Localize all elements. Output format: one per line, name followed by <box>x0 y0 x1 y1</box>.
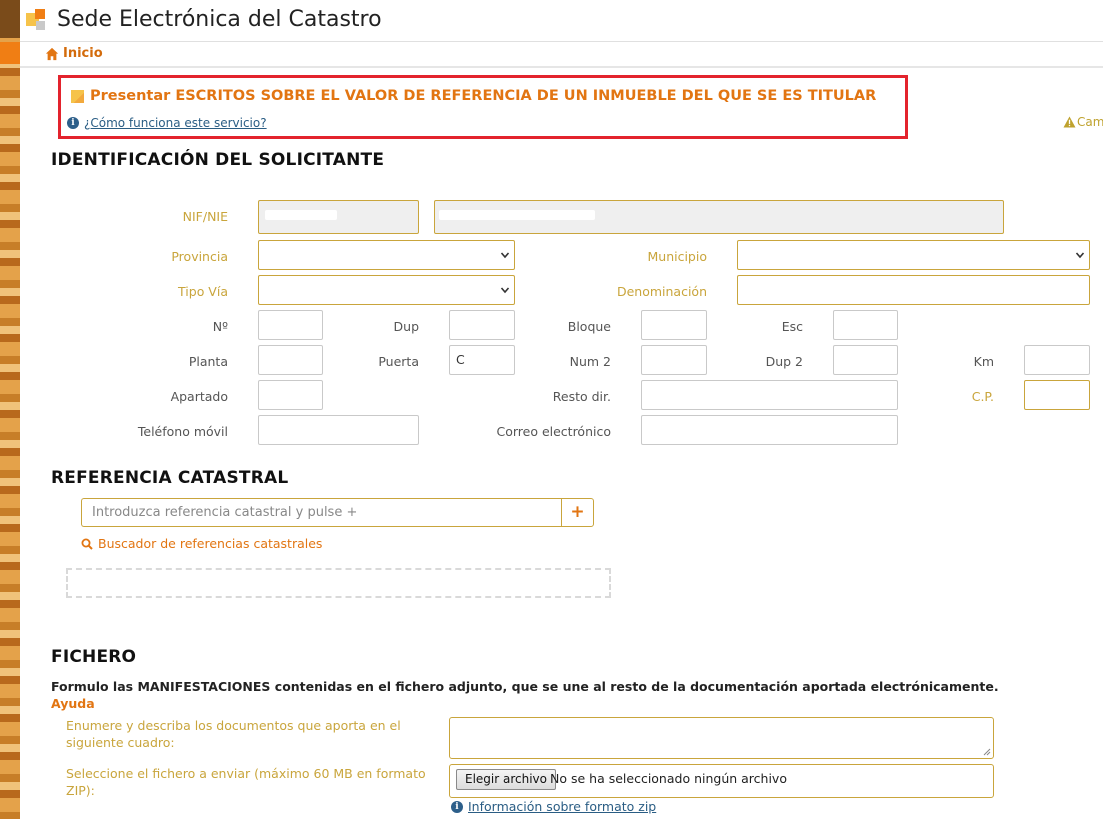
finder-link-text: Buscador de referencias catastrales <box>98 536 323 551</box>
decorative-side-banner <box>0 0 20 819</box>
provincia-select[interactable] <box>258 240 515 270</box>
chevron-down-icon <box>500 287 510 294</box>
add-cadastral-button[interactable]: + <box>561 498 594 527</box>
correo-label: Correo electrónico <box>496 424 611 439</box>
apartado-field[interactable] <box>258 380 323 410</box>
info-icon: i <box>451 800 463 813</box>
numero-label: Nº <box>212 319 228 334</box>
home-link[interactable]: Inicio <box>45 46 103 61</box>
planta-label: Planta <box>188 354 228 369</box>
cadastral-heading: REFERENCIA CATASTRAL <box>51 468 289 488</box>
breadcrumb: Inicio <box>20 42 1103 68</box>
service-square-icon <box>71 89 84 103</box>
redacted-value <box>439 210 595 220</box>
bloque-field[interactable] <box>641 310 707 340</box>
cadastral-ref-list <box>66 568 611 598</box>
puerta-field[interactable]: C <box>449 345 515 375</box>
file-upload: Elegir archivo No se ha seleccionado nin… <box>449 764 994 798</box>
service-title-text: Presentar ESCRITOS SOBRE EL VALOR DE REF… <box>90 88 877 104</box>
resize-grip-icon[interactable] <box>983 748 991 756</box>
applicant-heading: IDENTIFICACIÓN DEL SOLICITANTE <box>51 150 385 170</box>
service-title: Presentar ESCRITOS SOBRE EL VALOR DE REF… <box>71 88 876 104</box>
denominacion-label: Denominación <box>616 284 707 299</box>
help-row: i ¿Cómo funciona este servicio? <box>67 116 267 130</box>
correo-field[interactable] <box>641 415 898 445</box>
alert-link[interactable]: Cam <box>1063 115 1103 129</box>
esc-label: Esc <box>781 319 803 334</box>
coat-of-arms-logo <box>0 0 20 38</box>
nif-field[interactable] <box>258 200 419 234</box>
num2-label: Num 2 <box>569 354 611 369</box>
service-header-box: Presentar ESCRITOS SOBRE EL VALOR DE REF… <box>58 75 908 139</box>
cp-field[interactable] <box>1024 380 1090 410</box>
dup-field[interactable] <box>449 310 515 340</box>
tipo-via-select[interactable] <box>258 275 515 305</box>
zip-info-link[interactable]: Información sobre formato zip <box>468 799 656 814</box>
zip-info-row: i Información sobre formato zip <box>451 799 656 814</box>
home-label: Inicio <box>63 46 103 61</box>
app-title: Sede Electrónica del Catastro <box>57 7 382 32</box>
search-icon <box>81 538 93 550</box>
help-link[interactable]: Ayuda <box>51 696 95 711</box>
home-icon <box>45 47 59 60</box>
denominacion-field[interactable] <box>737 275 1090 305</box>
docs-label: Enumere y describa los documentos que ap… <box>66 718 401 750</box>
resto-dir-label: Resto dir. <box>552 389 611 404</box>
cadastral-finder-link[interactable]: Buscador de referencias catastrales <box>81 536 322 551</box>
municipio-select[interactable] <box>737 240 1090 270</box>
redacted-value <box>265 210 337 220</box>
side-accent <box>0 42 20 64</box>
bloque-label: Bloque <box>567 319 611 334</box>
dup2-field[interactable] <box>833 345 898 375</box>
manifest-text: Formulo las MANIFESTACIONES contenidas e… <box>51 679 999 694</box>
esc-field[interactable] <box>833 310 898 340</box>
cp-label: C.P. <box>971 389 994 404</box>
docs-textarea[interactable] <box>449 717 994 759</box>
apartado-label: Apartado <box>170 389 228 404</box>
cadastral-ref-input[interactable]: Introduzca referencia catastral y pulse … <box>81 498 561 527</box>
km-field[interactable] <box>1024 345 1090 375</box>
chevron-down-icon <box>500 252 510 259</box>
telefono-field[interactable] <box>258 415 419 445</box>
alert-link-text: Cam <box>1077 115 1103 129</box>
dup2-label: Dup 2 <box>765 354 803 369</box>
applicant-name-field[interactable] <box>434 200 1004 234</box>
km-label: Km <box>973 354 994 369</box>
telefono-label: Teléfono móvil <box>137 424 228 439</box>
num2-field[interactable] <box>641 345 707 375</box>
municipio-label: Municipio <box>647 249 707 264</box>
info-icon: i <box>67 117 79 129</box>
site-header: Sede Electrónica del Catastro <box>20 0 1103 42</box>
catastro-logo-icon <box>26 9 48 31</box>
resto-dir-field[interactable] <box>641 380 898 410</box>
tipo-via-label: Tipo Vía <box>178 284 228 299</box>
chevron-down-icon <box>1075 252 1085 259</box>
file-heading: FICHERO <box>51 647 137 667</box>
planta-field[interactable] <box>258 345 323 375</box>
dup-label: Dup <box>393 319 419 334</box>
file-status: No se ha seleccionado ningún archivo <box>550 771 787 786</box>
select-file-label: Seleccione el fichero a enviar (máximo 6… <box>66 766 426 798</box>
how-it-works-link[interactable]: ¿Cómo funciona este servicio? <box>84 116 267 130</box>
numero-field[interactable] <box>258 310 323 340</box>
provincia-label: Provincia <box>171 249 228 264</box>
puerta-label: Puerta <box>378 354 419 369</box>
nif-label: NIF/NIE <box>182 209 228 224</box>
choose-file-button[interactable]: Elegir archivo <box>456 769 557 790</box>
warning-icon <box>1063 116 1076 128</box>
